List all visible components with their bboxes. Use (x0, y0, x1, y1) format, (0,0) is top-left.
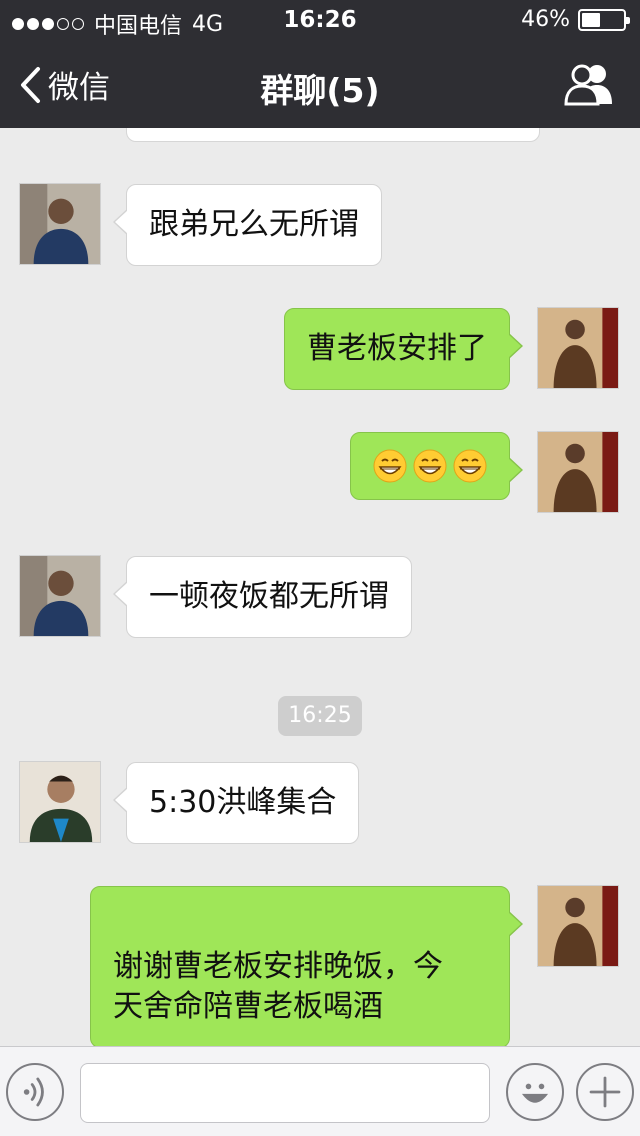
voice-button[interactable] (6, 1063, 64, 1121)
avatar-sender-b[interactable] (19, 761, 101, 843)
avatar-self[interactable] (537, 431, 619, 513)
message-bubble-outgoing-emoji[interactable] (350, 432, 523, 500)
timestamp-divider: 16:25 (278, 696, 362, 736)
battery-info: 46% (521, 7, 630, 32)
voice-icon (23, 1077, 44, 1107)
message-bubble-incoming[interactable]: 跟弟兄么无所谓 (113, 184, 382, 266)
message-bubble-incoming[interactable]: 5:30洪峰集合 (112, 762, 360, 844)
battery-fill (582, 12, 600, 27)
message-text: 跟弟兄么无所谓 (149, 207, 359, 242)
avatar-self[interactable] (537, 307, 619, 389)
emoji-button[interactable] (506, 1063, 564, 1121)
battery-icon (578, 8, 630, 31)
message-text: 曹老板安排了 (307, 331, 487, 366)
grin-emoji-icon (453, 449, 487, 483)
message-text: 一顿夜饭都无所谓 (149, 579, 389, 614)
nav-bar: 微信 群聊(5) (0, 40, 640, 128)
plus-icon (589, 1076, 621, 1108)
battery-percent: 46% (521, 7, 570, 32)
smiley-icon (521, 1083, 549, 1103)
message-text: 谢谢曹老板安排晚饭，今 天舍命陪曹老板喝酒 (113, 949, 443, 1024)
more-button[interactable] (576, 1063, 634, 1121)
avatar-self[interactable] (537, 885, 619, 967)
avatar-sender-a[interactable] (19, 555, 101, 637)
message-bubble-outgoing[interactable]: 谢谢曹老板安排晚饭，今 天舍命陪曹老板喝酒 (90, 886, 523, 1046)
status-bar: 中国电信 4G 16:26 46% (0, 0, 640, 40)
avatar-sender-a[interactable] (19, 183, 101, 265)
partial-message-bubble (126, 128, 540, 142)
message-bubble-outgoing[interactable]: 曹老板安排了 (284, 308, 523, 390)
group-members-icon[interactable] (564, 62, 616, 106)
message-text: 5:30洪峰集合 (149, 785, 337, 820)
message-input[interactable] (80, 1063, 490, 1123)
message-bubble-incoming[interactable]: 一顿夜饭都无所谓 (113, 556, 412, 638)
chat-title: 群聊(5) (260, 71, 380, 110)
grin-emoji-icon (413, 449, 447, 483)
input-bar (0, 1046, 640, 1136)
grin-emoji-icon (373, 449, 407, 483)
chat-area[interactable]: 跟弟兄么无所谓 曹老板安排了 一顿夜饭都无所谓 16:25 5:30洪峰集合 谢… (0, 128, 640, 1046)
